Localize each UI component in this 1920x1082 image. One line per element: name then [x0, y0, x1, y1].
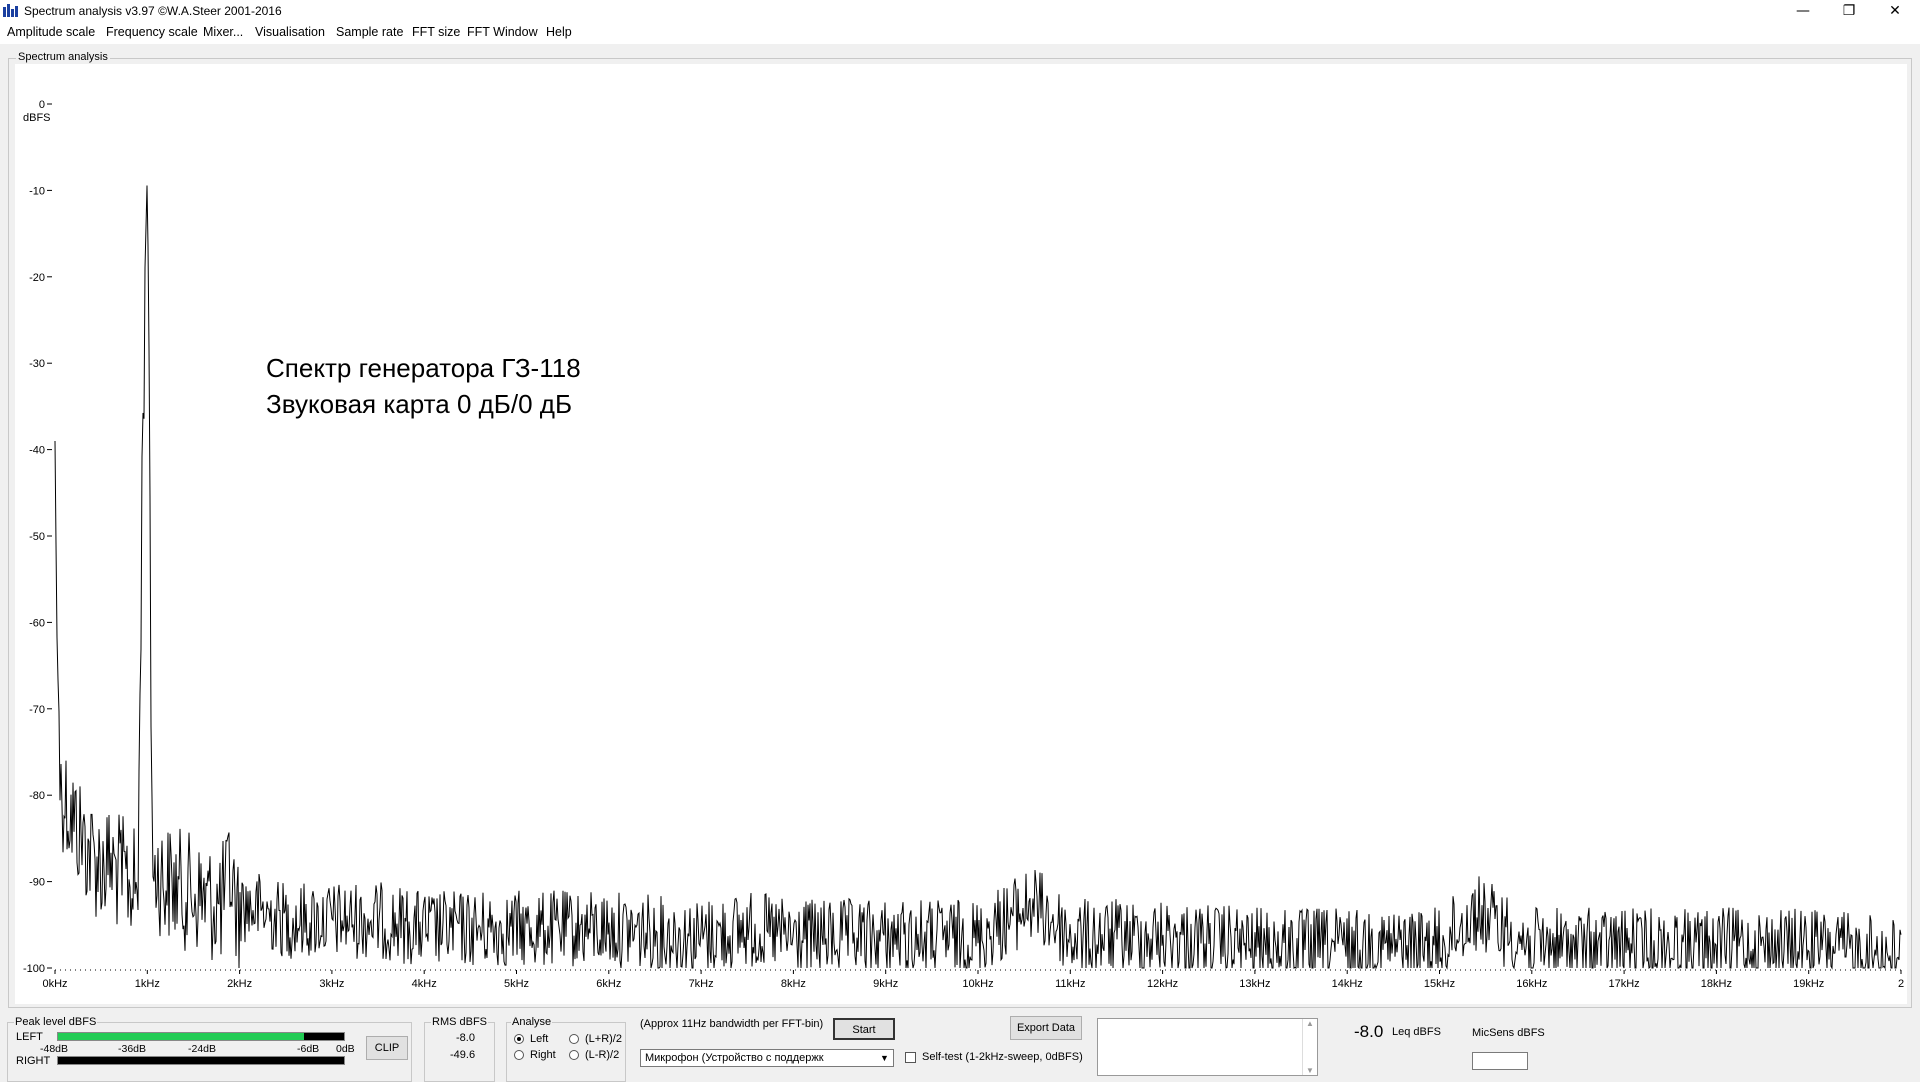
x-tick-label: 15kHz — [1424, 978, 1455, 990]
export-data-button[interactable]: Export Data — [1010, 1016, 1082, 1040]
x-tick-label: 1kHz — [135, 978, 160, 990]
start-button[interactable]: Start — [833, 1018, 895, 1040]
scroll-up-icon[interactable]: ▲ — [1303, 1019, 1317, 1028]
y-tick-label: -30 — [29, 358, 45, 370]
window-title: Spectrum analysis v3.97 ©W.A.Steer 2001-… — [24, 4, 282, 18]
menu-sample-rate[interactable]: Sample rate — [336, 25, 403, 39]
x-tick-label: 7kHz — [689, 978, 714, 990]
y-tick-label: -10 — [29, 185, 45, 197]
menu-fft-size[interactable]: FFT size — [412, 25, 460, 39]
menu-frequency-scale[interactable]: Frequency scale — [106, 25, 198, 39]
radio-l-minus-r-label[interactable]: (L-R)/2 — [585, 1049, 619, 1061]
y-tick-label: -40 — [29, 445, 45, 457]
x-tick-label: 0kHz — [42, 978, 67, 990]
restore-button[interactable]: ❐ — [1826, 0, 1872, 22]
close-button[interactable]: ✕ — [1872, 0, 1918, 22]
leq-value: -8.0 — [1354, 1022, 1384, 1041]
y-tick-label: -50 — [29, 531, 45, 543]
spectrum-plot: 0 -10 -20 -30 -40 -50 -60 -70 -80 -90 -100 dBFS 0kHz… — [15, 64, 1907, 1004]
log-scrollbar[interactable]: ▲ ▼ — [1302, 1019, 1317, 1075]
rms-label: RMS dBFS — [431, 1016, 489, 1028]
y-tick-label: -80 — [29, 790, 45, 802]
x-tick-label: 11kHz — [1055, 978, 1085, 990]
log-textbox[interactable] — [1097, 1018, 1318, 1076]
x-tick-label: 2kHz — [227, 978, 252, 990]
scroll-down-icon[interactable]: ▼ — [1303, 1066, 1317, 1075]
peak-meter-right — [57, 1056, 345, 1065]
radio-l-minus-r[interactable] — [569, 1050, 579, 1060]
meter-scale-0: 0dB — [336, 1043, 355, 1055]
minimize-button[interactable]: — — [1780, 0, 1826, 22]
micsens-input[interactable] — [1472, 1052, 1528, 1070]
radio-left-label[interactable]: Left — [530, 1033, 548, 1045]
y-tick-label: -20 — [29, 272, 45, 284]
radio-right[interactable] — [514, 1050, 524, 1060]
title-bar: Spectrum analysis v3.97 ©W.A.Steer 2001-… — [0, 0, 1920, 22]
peak-left-label: LEFT — [16, 1031, 43, 1043]
input-device-select[interactable]: Микрофон (Устройство с поддержк — [640, 1049, 894, 1067]
x-tick-label: 10kHz — [962, 978, 993, 990]
selftest-label[interactable]: Self-test (1-2kHz-sweep, 0dBFS) — [922, 1051, 1083, 1063]
y-tick-label: -100 — [23, 963, 45, 975]
peak-right-label: RIGHT — [16, 1055, 51, 1067]
y-tick-label: -70 — [29, 704, 45, 716]
menu-bar: Amplitude scale Frequency scale Mixer...… — [0, 22, 1920, 44]
radio-l-plus-r[interactable] — [569, 1034, 579, 1044]
x-tick-label: 14kHz — [1332, 978, 1363, 990]
peak-meter-left — [57, 1032, 345, 1041]
annotation-line-1: Спектр генератора ГЗ-118 — [266, 353, 581, 383]
radio-l-plus-r-label[interactable]: (L+R)/2 — [585, 1033, 622, 1045]
selftest-checkbox[interactable] — [905, 1052, 916, 1063]
meter-scale-24: -24dB — [188, 1043, 217, 1055]
y-tick-label: -60 — [29, 617, 45, 629]
peak-meter-left-fill — [58, 1033, 304, 1040]
x-tick-label: 6kHz — [596, 978, 621, 990]
annotation-line-2: Звуковая карта 0 дБ/0 дБ — [266, 389, 573, 419]
menu-help[interactable]: Help — [546, 25, 572, 39]
x-tick-label: 16kHz — [1516, 978, 1547, 990]
meter-scale-6: -6dB — [297, 1043, 320, 1055]
x-tick-label: 17kHz — [1609, 978, 1640, 990]
spectrum-group-label: Spectrum analysis — [16, 51, 110, 63]
x-tick-label: 4kHz — [412, 978, 437, 990]
clip-indicator[interactable]: CLIP — [366, 1036, 408, 1060]
y-tick-label: 0 — [39, 99, 45, 111]
menu-mixer[interactable]: Mixer... — [203, 25, 243, 39]
y-tick-label: -90 — [29, 877, 45, 889]
rms-right-value: -49.6 — [450, 1049, 476, 1061]
x-tick-label: 13kHz — [1239, 978, 1270, 990]
peak-level-label: Peak level dBFS — [14, 1016, 98, 1028]
radio-left[interactable] — [514, 1034, 524, 1044]
x-tick-label: 8kHz — [781, 978, 806, 990]
chart-annotation: Спектр генератора ГЗ-118 Звуковая карта … — [266, 350, 581, 422]
menu-fft-window[interactable]: FFT Window — [467, 25, 538, 39]
radio-right-label[interactable]: Right — [530, 1049, 556, 1061]
micsens-label: MicSens dBFS — [1472, 1027, 1545, 1039]
menu-visualisation[interactable]: Visualisation — [255, 25, 325, 39]
spectrum-trace — [54, 185, 1902, 970]
chevron-down-icon[interactable]: ▼ — [876, 1050, 893, 1066]
leq-unit: Leq dBFS — [1392, 1026, 1441, 1038]
x-tick-label: 2 — [1898, 978, 1904, 990]
app-icon — [3, 4, 18, 17]
x-tick-label: 12kHz — [1147, 978, 1178, 990]
x-tick-label: 5kHz — [504, 978, 529, 990]
control-panel: Peak level dBFS LEFT RIGHT -48dB -36dB -… — [0, 1012, 1920, 1082]
menu-amplitude-scale[interactable]: Amplitude scale — [7, 25, 95, 39]
x-tick-label: 3kHz — [319, 978, 344, 990]
rms-left-value: -8.0 — [456, 1032, 475, 1044]
x-tick-label: 18kHz — [1701, 978, 1732, 990]
bandwidth-note: (Approx 11Hz bandwidth per FFT-bin) — [640, 1018, 824, 1030]
meter-scale-48: -48dB — [40, 1043, 69, 1055]
x-tick-label: 9kHz — [873, 978, 898, 990]
spectrum-chart: 0 -10 -20 -30 -40 -50 -60 -70 -80 -90 -100 dBFS 0kHz… — [23, 99, 1904, 990]
x-tick-label: 19kHz — [1793, 978, 1824, 990]
analyse-label: Analyse — [511, 1016, 553, 1028]
y-axis-label: dBFS — [23, 112, 51, 124]
meter-scale-36: -36dB — [118, 1043, 147, 1055]
